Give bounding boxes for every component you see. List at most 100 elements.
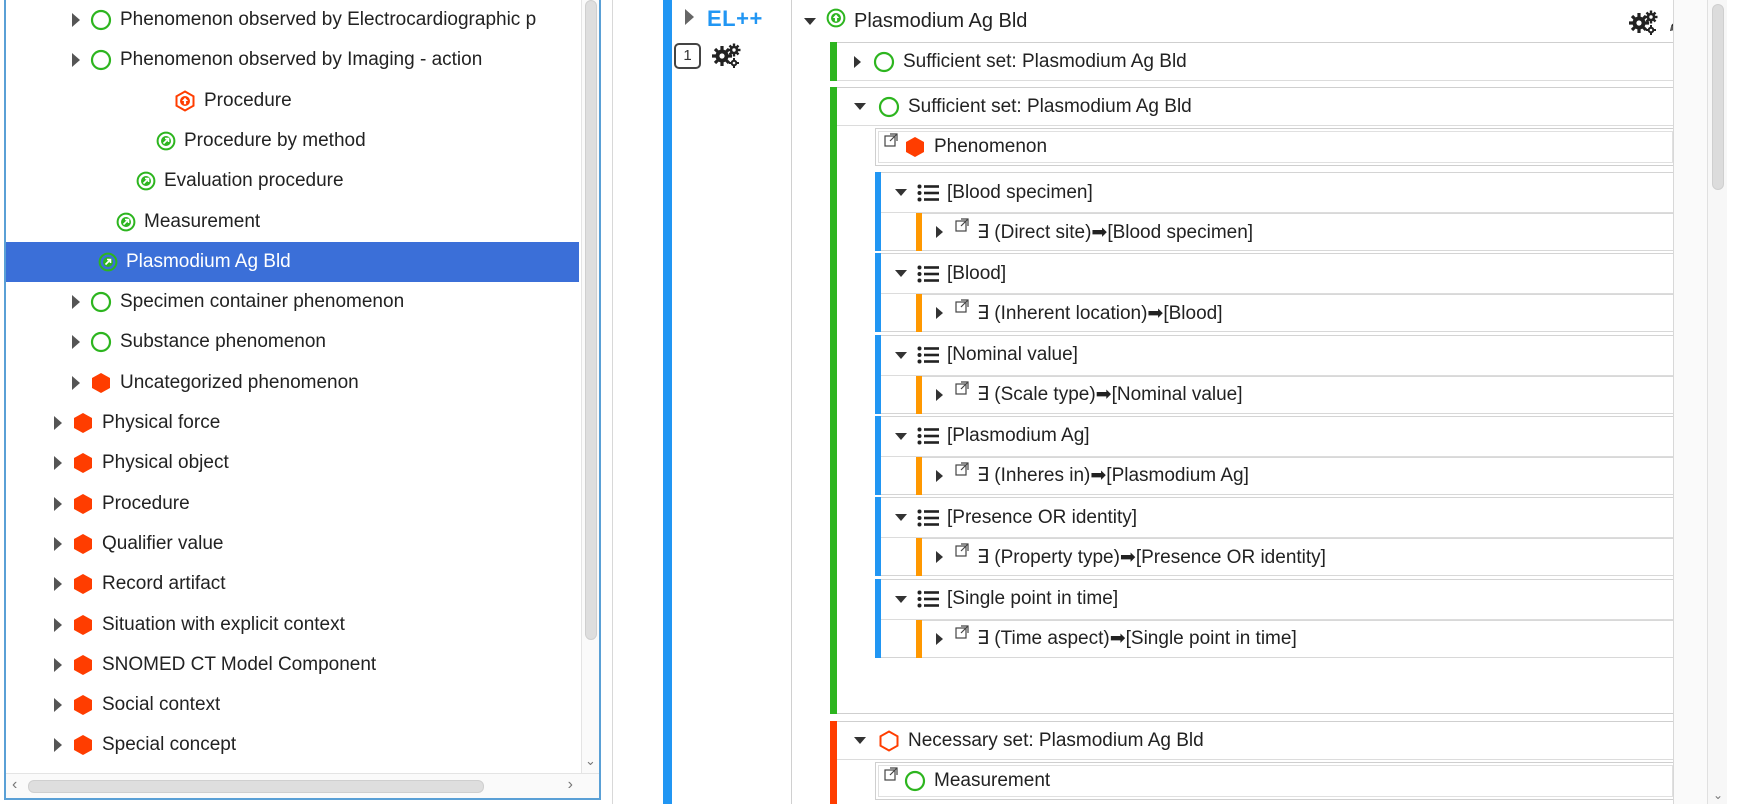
sufficient-set-icon	[873, 51, 895, 73]
expand-arrow-icon[interactable]	[54, 456, 62, 471]
open-external-icon[interactable]	[955, 623, 969, 645]
tree-item[interactable]: Specimen container phenomenon	[6, 282, 579, 322]
expand-arrow-icon[interactable]	[54, 496, 62, 511]
scroll-down-icon[interactable]: ⌄	[1713, 788, 1723, 802]
tree-item[interactable]: Procedure	[6, 484, 579, 524]
expand-arrow-icon[interactable]	[54, 577, 62, 592]
tree-vertical-scrollbar[interactable]: ⌄	[581, 0, 599, 773]
open-external-icon[interactable]	[955, 216, 969, 238]
tree-item[interactable]: Record artifact	[6, 564, 579, 604]
group-header[interactable]: [Blood]	[881, 254, 1673, 295]
tree-item[interactable]: Uncategorized phenomenon	[6, 363, 579, 403]
tree-item[interactable]: Substance phenomenon	[6, 322, 579, 362]
relationship-text: ∃ (Time aspect)➡[Single point in time]	[977, 628, 1297, 649]
gears-icon[interactable]	[1629, 9, 1659, 41]
collapse-group-icon[interactable]	[895, 270, 907, 278]
group-title: [Plasmodium Ag]	[947, 425, 1090, 447]
collapse-set-icon[interactable]	[854, 103, 866, 110]
expand-arrow-icon[interactable]	[72, 13, 80, 27]
relationship-row[interactable]: ∃ (Inherent location)➡[Blood]	[916, 294, 1673, 333]
tree-item[interactable]: Special concept	[6, 725, 579, 765]
tree-item[interactable]: Phenomenon observed by Electrocardiograp…	[6, 0, 579, 40]
collapse-group-icon[interactable]	[895, 595, 907, 603]
tree-item[interactable]: Evaluation procedure	[6, 161, 579, 201]
panel-accent-strip	[663, 0, 672, 804]
primitive-concept-link-icon	[174, 89, 196, 112]
expand-arrow-icon[interactable]	[54, 416, 62, 430]
expand-relationship-icon[interactable]	[936, 226, 943, 238]
tree-item[interactable]: Qualifier value	[6, 524, 579, 564]
tree-item[interactable]: Social context	[6, 685, 579, 725]
tree-item[interactable]: Measurement	[6, 202, 579, 242]
parent-concept-row[interactable]: Phenomenon	[875, 128, 1673, 166]
gears-icon[interactable]	[712, 42, 742, 74]
group-header[interactable]: [Presence OR identity]	[881, 498, 1673, 539]
tree-item[interactable]: SNOMED CT Model Component	[6, 645, 579, 685]
tree-item[interactable]: Procedure by method	[6, 121, 579, 161]
collapse-group-icon[interactable]	[895, 189, 907, 196]
tree-item[interactable]: Physical force	[6, 403, 579, 443]
collapse-set-icon[interactable]	[854, 737, 866, 744]
collapse-group-icon[interactable]	[895, 514, 907, 522]
expand-arrow-icon[interactable]	[54, 536, 62, 551]
scroll-down-icon[interactable]: ⌄	[585, 753, 596, 769]
sufficient-set-bar	[830, 87, 837, 714]
collapse-concept-icon[interactable]	[804, 17, 816, 25]
necessary-parent-row[interactable]: Measurement	[875, 762, 1673, 800]
expand-arrow-icon[interactable]	[72, 375, 80, 390]
tree-item[interactable]: Procedure	[6, 81, 579, 121]
expand-arrow-icon[interactable]	[72, 53, 80, 68]
open-external-icon[interactable]	[955, 297, 969, 319]
collapse-group-icon[interactable]	[895, 432, 907, 440]
group-header[interactable]: [Nominal value]	[881, 336, 1673, 376]
relationship-group: [Blood specimen] ∃ (Direct site)➡[Blood s…	[875, 172, 1673, 251]
relationship-row[interactable]: ∃ (Time aspect)➡[Single point in time]	[916, 619, 1673, 658]
group-header[interactable]: [Blood specimen]	[881, 173, 1673, 213]
group-header[interactable]: [Plasmodium Ag]	[881, 417, 1673, 457]
open-external-icon[interactable]	[955, 460, 969, 482]
defined-concept-link-icon	[98, 252, 118, 272]
relationship-row[interactable]: ∃ (Inheres in)➡[Plasmodium Ag]	[916, 456, 1673, 495]
sufficient-set-header[interactable]: Sufficient set: Plasmodium Ag Bld	[837, 88, 1673, 126]
expand-relationship-icon[interactable]	[936, 307, 943, 320]
relationship-row[interactable]: ∃ (Direct site)➡[Blood specimen]	[916, 213, 1673, 251]
details-vertical-scroll-thumb[interactable]	[1712, 4, 1724, 190]
tree-item[interactable]: Physical object	[6, 443, 579, 483]
expand-relationship-icon[interactable]	[936, 632, 943, 645]
tree-item[interactable]: Situation with explicit context	[6, 605, 579, 645]
expand-arrow-icon[interactable]	[54, 698, 62, 713]
open-external-icon[interactable]	[884, 131, 898, 153]
relationship-row[interactable]: ∃ (Property type)➡[Presence OR identity]	[916, 538, 1673, 577]
expand-arrow-icon[interactable]	[72, 295, 80, 310]
scroll-right-icon[interactable]: ›	[568, 776, 573, 794]
tree-vertical-scroll-thumb[interactable]	[585, 0, 597, 640]
scroll-left-icon[interactable]: ‹	[12, 776, 17, 794]
collapse-group-icon[interactable]	[895, 351, 907, 359]
sufficient-set-header[interactable]: Sufficient set: Plasmodium Ag Bld	[837, 43, 1673, 81]
open-external-icon[interactable]	[955, 379, 969, 401]
expand-relationship-icon[interactable]	[936, 551, 943, 564]
tree-item-label: Record artifact	[102, 573, 226, 595]
expand-relationship-icon[interactable]	[936, 469, 943, 482]
tree-item[interactable]: Phenomenon observed by Imaging - action	[6, 40, 579, 80]
sufficient-set-label: Sufficient set: Plasmodium Ag Bld	[908, 95, 1192, 117]
tree-horizontal-scroll-thumb[interactable]	[28, 780, 484, 793]
relationship-row[interactable]: ∃ (Scale type)➡[Nominal value]	[916, 375, 1673, 414]
expand-arrow-icon[interactable]	[54, 617, 62, 632]
expand-relationship-icon[interactable]	[936, 388, 943, 401]
el-profile-label[interactable]: EL++	[707, 6, 763, 32]
expand-set-icon[interactable]	[854, 55, 861, 68]
open-external-icon[interactable]	[884, 765, 898, 787]
tree-item[interactable]: Plasmodium Ag Bld	[6, 241, 579, 282]
expand-arrow-icon[interactable]	[72, 335, 80, 350]
expand-arrow-icon[interactable]	[54, 738, 62, 753]
group-header[interactable]: [Single point in time]	[881, 580, 1673, 620]
primitive-concept-icon	[72, 573, 94, 595]
expand-arrow-icon[interactable]	[54, 657, 62, 672]
list-icon	[917, 184, 939, 202]
open-external-icon[interactable]	[955, 541, 969, 563]
necessary-set-header[interactable]: Necessary set: Plasmodium Ag Bld	[837, 722, 1673, 760]
tree-horizontal-scrollbar[interactable]: ‹ ›	[6, 773, 599, 798]
details-vertical-scrollbar[interactable]: ⌄	[1707, 0, 1727, 804]
el-expand-toggle[interactable]	[685, 9, 694, 25]
